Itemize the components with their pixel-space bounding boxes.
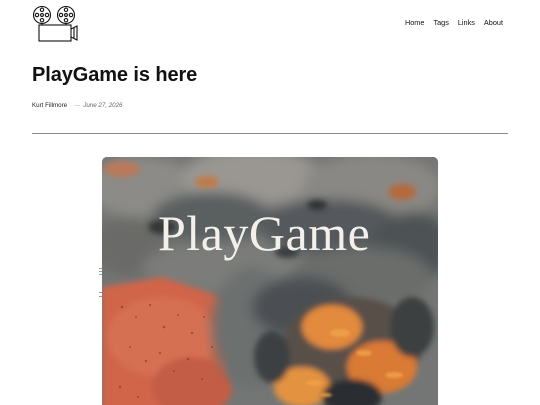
post-author-link[interactable]: Kurt Fillmore bbox=[32, 102, 67, 109]
header-divider bbox=[32, 133, 508, 134]
nav-links-link[interactable]: Links bbox=[458, 18, 475, 27]
post-title: PlayGame is here bbox=[32, 64, 198, 86]
nav-home-link[interactable]: Home bbox=[405, 18, 424, 27]
left-edge-marks bbox=[99, 268, 102, 297]
post-meta: Kurt Fillmore — June 27, 2026 bbox=[32, 102, 123, 109]
nav-tags-link[interactable]: Tags bbox=[433, 18, 448, 27]
site-header: Home Tags Links About bbox=[0, 0, 540, 48]
page: Home Tags Links About PlayGame is here K… bbox=[0, 0, 540, 405]
post-date: June 27, 2026 bbox=[83, 102, 123, 109]
hero-image bbox=[102, 157, 438, 405]
nav-about-link[interactable]: About bbox=[484, 18, 503, 27]
hero-artwork bbox=[102, 157, 438, 405]
film-projector-icon bbox=[32, 5, 78, 42]
main-nav: Home Tags Links About bbox=[405, 18, 503, 27]
meta-separator: — bbox=[74, 102, 81, 109]
site-logo-link[interactable] bbox=[31, 4, 81, 44]
